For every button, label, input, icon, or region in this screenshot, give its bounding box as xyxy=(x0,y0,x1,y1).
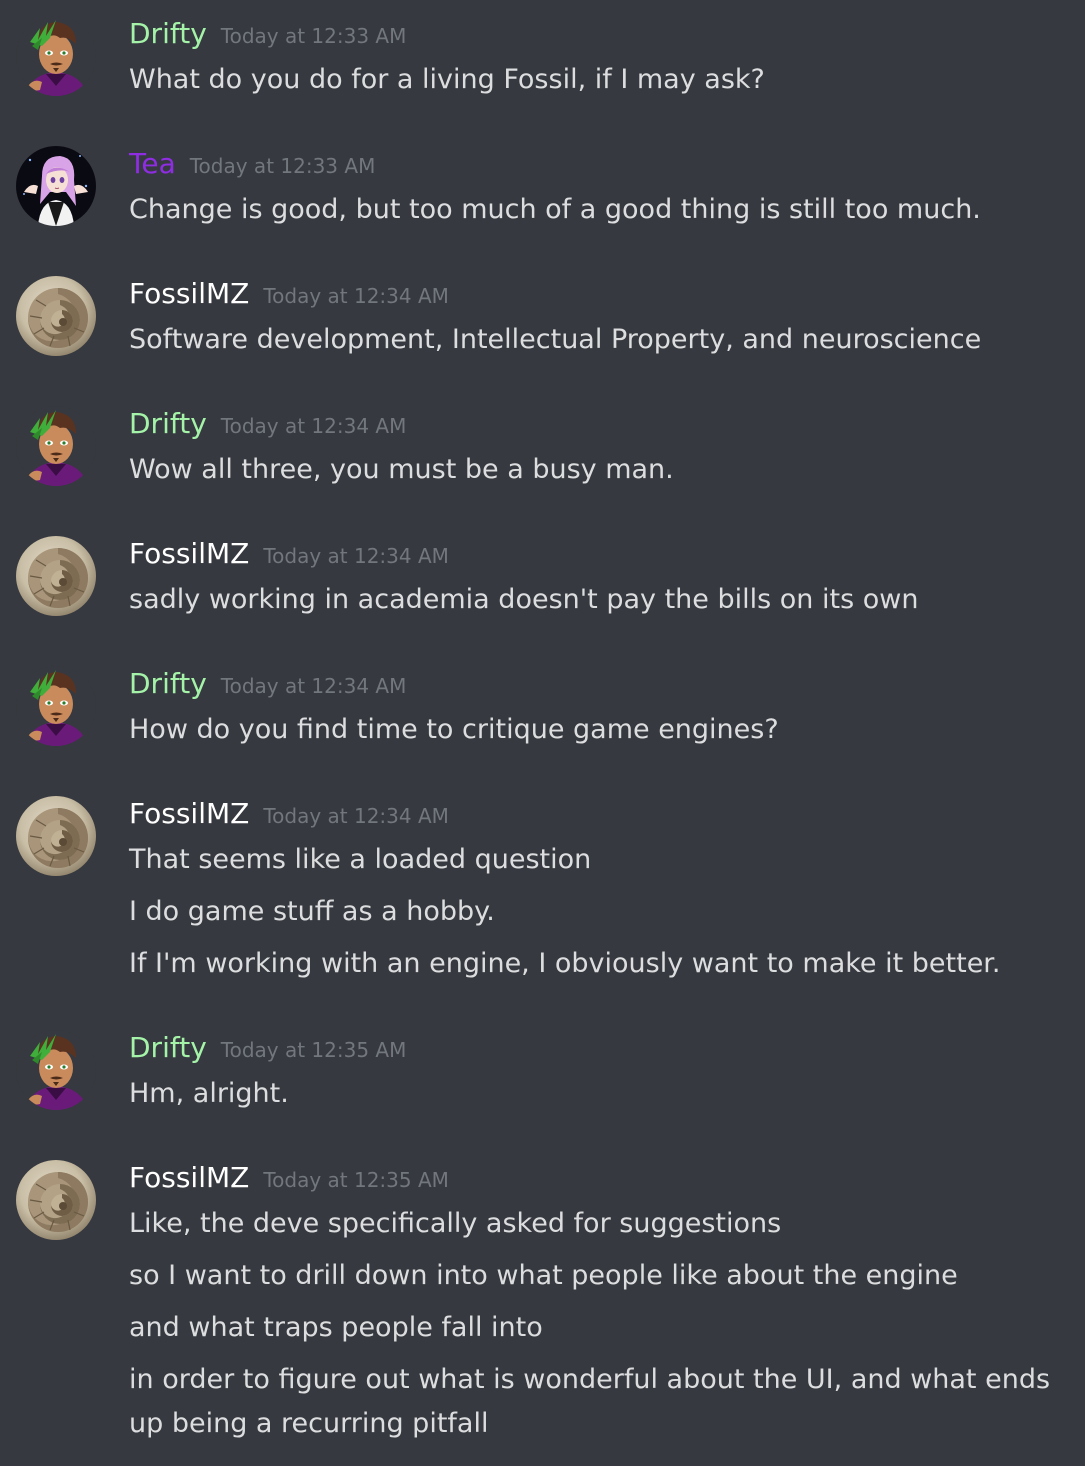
ammonite-avatar-icon xyxy=(16,536,96,616)
message-header: Tea Today at 12:33 AM xyxy=(129,144,375,184)
message-text: If I'm working with an engine, I obvious… xyxy=(129,948,1001,979)
timestamp: Today at 12:34 AM xyxy=(263,804,449,828)
message-text: How do you find time to critique game en… xyxy=(129,714,779,745)
message-header: Drifty Today at 12:33 AM xyxy=(129,14,406,54)
message-text: and what traps people fall into xyxy=(129,1312,543,1343)
username[interactable]: Tea xyxy=(129,147,176,180)
message-header: Drifty Today at 12:34 AM xyxy=(129,664,406,704)
timestamp: Today at 12:33 AM xyxy=(189,154,376,178)
message-text: in order to figure out what is wonderful… xyxy=(129,1364,1051,1439)
message-header: FossilMZ Today at 12:35 AM xyxy=(129,1158,449,1198)
ammonite-avatar-icon xyxy=(16,276,96,356)
message-content: Like, the deve specifically asked for su… xyxy=(129,1202,1071,1446)
message-content: What do you do for a living Fossil, if I… xyxy=(129,58,1071,102)
avatar[interactable] xyxy=(16,666,96,746)
timestamp: Today at 12:34 AM xyxy=(263,544,449,568)
message-content: Software development, Intellectual Prope… xyxy=(129,318,1071,362)
timestamp: Today at 12:35 AM xyxy=(263,1168,449,1192)
avatar[interactable] xyxy=(16,1160,96,1240)
username[interactable]: Drifty xyxy=(129,667,207,700)
avatar[interactable] xyxy=(16,1030,96,1110)
username[interactable]: FossilMZ xyxy=(129,277,249,310)
message-text: That seems like a loaded question xyxy=(129,844,592,875)
message-content: sadly working in academia doesn't pay th… xyxy=(129,578,1071,622)
avatar[interactable] xyxy=(16,146,96,226)
drifty-avatar-icon xyxy=(16,1030,96,1110)
username[interactable]: FossilMZ xyxy=(129,1161,249,1194)
message-header: Drifty Today at 12:35 AM xyxy=(129,1028,406,1068)
message-content: How do you find time to critique game en… xyxy=(129,708,1071,752)
timestamp: Today at 12:35 AM xyxy=(220,1038,407,1062)
message-header: FossilMZ Today at 12:34 AM xyxy=(129,274,449,314)
timestamp: Today at 12:33 AM xyxy=(220,24,407,48)
message-text: Wow all three, you must be a busy man. xyxy=(129,454,674,485)
message-header: FossilMZ Today at 12:34 AM xyxy=(129,794,449,834)
avatar[interactable] xyxy=(16,276,96,356)
message-text: I do game stuff as a hobby. xyxy=(129,896,495,927)
ammonite-avatar-icon xyxy=(16,796,96,876)
avatar[interactable] xyxy=(16,536,96,616)
drifty-avatar-icon xyxy=(16,666,96,746)
message-text: so I want to drill down into what people… xyxy=(129,1260,958,1291)
username[interactable]: Drifty xyxy=(129,17,207,50)
avatar[interactable] xyxy=(16,406,96,486)
username[interactable]: FossilMZ xyxy=(129,797,249,830)
timestamp: Today at 12:34 AM xyxy=(263,284,449,308)
username[interactable]: Drifty xyxy=(129,407,207,440)
message-header: Drifty Today at 12:34 AM xyxy=(129,404,406,444)
message-text: sadly working in academia doesn't pay th… xyxy=(129,584,919,615)
message-content: Change is good, but too much of a good t… xyxy=(129,188,1071,232)
message-text: Software development, Intellectual Prope… xyxy=(129,324,982,355)
message-content: Wow all three, you must be a busy man. xyxy=(129,448,1071,492)
message-text: Hm, alright. xyxy=(129,1078,289,1109)
message-text: Like, the deve specifically asked for su… xyxy=(129,1208,782,1239)
message-content: Hm, alright. xyxy=(129,1072,1071,1116)
avatar[interactable] xyxy=(16,796,96,876)
message-text: Change is good, but too much of a good t… xyxy=(129,194,981,225)
ammonite-avatar-icon xyxy=(16,1160,96,1240)
avatar[interactable] xyxy=(16,16,96,96)
message-content: That seems like a loaded question I do ga… xyxy=(129,838,1071,986)
drifty-avatar-icon xyxy=(16,16,96,96)
username[interactable]: Drifty xyxy=(129,1031,207,1064)
tea-avatar-icon xyxy=(16,146,96,226)
message-text: What do you do for a living Fossil, if I… xyxy=(129,64,765,95)
drifty-avatar-icon xyxy=(16,406,96,486)
chat-message-list[interactable]: Drifty Today at 12:33 AM What do you do fo… xyxy=(0,0,1085,1466)
timestamp: Today at 12:34 AM xyxy=(220,414,407,438)
message-header: FossilMZ Today at 12:34 AM xyxy=(129,534,449,574)
username[interactable]: FossilMZ xyxy=(129,537,249,570)
timestamp: Today at 12:34 AM xyxy=(220,674,407,698)
